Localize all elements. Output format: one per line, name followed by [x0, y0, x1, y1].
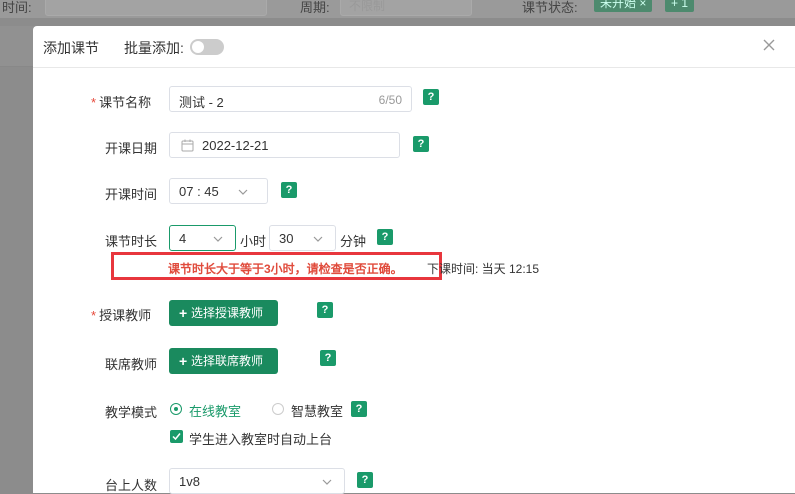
- plus-icon: +: [179, 305, 188, 321]
- co-teacher-help-icon[interactable]: ?: [320, 350, 336, 366]
- select-co-teacher-button[interactable]: + 选择联席教师: [169, 348, 278, 374]
- date-help-icon[interactable]: ?: [413, 136, 429, 152]
- radio-smart-classroom[interactable]: [272, 403, 284, 415]
- add-lesson-modal: 添加课节 批量添加: * 课节名称 测试 - 2 6/50 ? 开课日期 2022…: [33, 26, 795, 494]
- stage-size-select[interactable]: 1v8: [169, 468, 345, 494]
- modal-title: 添加课节: [43, 40, 99, 56]
- start-time-select[interactable]: 07 : 45: [169, 178, 268, 204]
- name-help-icon[interactable]: ?: [423, 89, 439, 105]
- required-mark: *: [91, 95, 97, 110]
- chevron-down-icon: [322, 479, 332, 485]
- stage-label: 台上人数: [105, 478, 158, 493]
- radio-online-classroom[interactable]: [170, 403, 182, 415]
- bg-status-chip: 未开始 ×: [594, 0, 653, 12]
- background-filter-bar: 时间: 周期: 不限制 课节状态: 未开始 × + 1: [0, 0, 795, 18]
- bg-status-chip-more: + 1: [665, 0, 695, 12]
- co-teacher-label: 联席教师: [105, 357, 158, 372]
- mode-label: 教学模式: [105, 405, 158, 420]
- close-icon[interactable]: [761, 37, 777, 53]
- minutes-unit: 分钟: [340, 234, 367, 249]
- chevron-down-icon: [213, 236, 223, 242]
- duration-warning: 课节时长大于等于3小时，请检查是否正确。: [168, 262, 403, 276]
- teacher-label: * 授课教师: [91, 308, 152, 323]
- auto-stage-checkbox[interactable]: [170, 430, 183, 443]
- hours-unit: 小时: [240, 234, 267, 249]
- check-icon: [172, 433, 181, 441]
- time-label: 开课时间: [105, 187, 158, 202]
- lesson-name-input[interactable]: 测试 - 2 6/50: [169, 86, 412, 112]
- modal-header: 添加课节 批量添加:: [33, 26, 795, 68]
- bg-week-select: 不限制: [340, 0, 472, 16]
- duration-minutes-select[interactable]: 30: [269, 225, 336, 251]
- batch-add-toggle[interactable]: [190, 39, 224, 55]
- plus-icon: +: [179, 353, 188, 369]
- date-label: 开课日期: [105, 141, 158, 156]
- smart-classroom-label[interactable]: 智慧教室: [291, 401, 343, 420]
- bg-status-label: 课节状态:: [522, 0, 578, 15]
- required-mark: *: [91, 308, 97, 323]
- mode-help-icon[interactable]: ?: [351, 401, 367, 417]
- chevron-down-icon: [238, 189, 248, 195]
- teacher-help-icon[interactable]: ?: [317, 302, 333, 318]
- end-time-text: 下课时间: 当天 12:15: [427, 262, 540, 276]
- duration-label: 课节时长: [105, 234, 158, 249]
- duration-hours-select[interactable]: 4: [169, 225, 236, 251]
- batch-add-label: 批量添加:: [124, 40, 184, 56]
- char-count: 6/50: [378, 93, 402, 107]
- time-help-icon[interactable]: ?: [281, 182, 297, 198]
- start-date-picker[interactable]: 2022-12-21: [169, 132, 400, 158]
- calendar-icon: [181, 139, 194, 152]
- auto-stage-label[interactable]: 学生进入教室时自动上台: [189, 429, 332, 448]
- select-teacher-button[interactable]: + 选择授课教师: [169, 300, 278, 326]
- stage-help-icon[interactable]: ?: [357, 472, 373, 488]
- duration-help-icon[interactable]: ?: [377, 229, 393, 245]
- bg-week-label: 周期:: [300, 0, 330, 15]
- name-label: * 课节名称: [91, 95, 152, 110]
- chevron-down-icon: [313, 236, 323, 242]
- online-classroom-label[interactable]: 在线教室: [189, 401, 241, 420]
- bg-time-input: [45, 0, 267, 16]
- bg-time-label: 时间:: [2, 0, 32, 15]
